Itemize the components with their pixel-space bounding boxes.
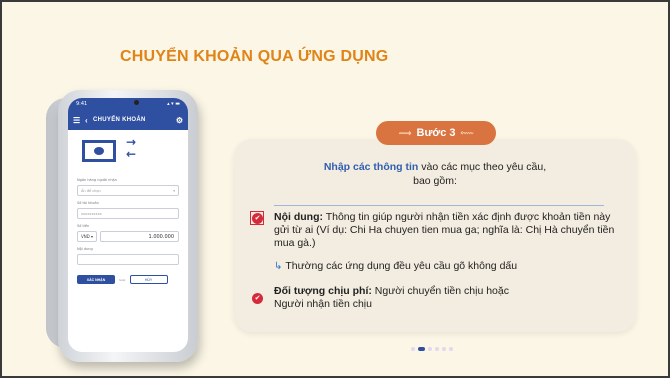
divider xyxy=(274,205,604,206)
content-item-title: Nội dung: xyxy=(274,211,323,223)
checkmark-bullet-icon: ✔ xyxy=(252,293,263,304)
slide-title: CHUYỂN KHOẢN QUA ỨNG DỤNG xyxy=(120,48,389,65)
content-item: ✔ Nội dung: Thông tin giúp người nhận ti… xyxy=(250,211,624,250)
chevron-down-icon: ▾ xyxy=(173,188,175,193)
transfer-illustration: → ← xyxy=(68,130,188,178)
decoration-swirl-right: ⬳ xyxy=(460,127,474,138)
cancel-button[interactable]: HỦY xyxy=(129,275,168,284)
field-label-content: Nội dung xyxy=(77,247,93,251)
decoration-swirl-left: ⟿ xyxy=(398,127,412,138)
fee-item-title: Đối tượng chịu phí: xyxy=(274,285,372,297)
fee-item-text: Người chuyển tiền chịu hoặc xyxy=(371,285,509,297)
amount-input[interactable]: 1.000.000 xyxy=(100,231,179,242)
camera-icon xyxy=(134,100,139,105)
pagination-dot[interactable] xyxy=(411,347,415,351)
transfer-arrows-icon: → ← xyxy=(126,135,137,161)
field-label-bank: Ngân hàng người nhận xyxy=(77,178,117,182)
pagination-dots xyxy=(411,347,453,351)
pagination-dot[interactable] xyxy=(428,347,432,351)
bank-select[interactable]: Ấn để chọn ▾ xyxy=(77,185,179,196)
currency-select[interactable]: VND ▾ xyxy=(77,231,97,242)
phone-mockup: 9:41 ▴ ▾ ▬ ☰ ‹ CHUYỂN KHOẢN ⚙ → ← Ngân hà… xyxy=(58,90,198,362)
no-accent-note: ↳ Thường các ứng dụng đều yêu cầu gõ khôn… xyxy=(274,260,517,272)
step-label: Bước 3 xyxy=(416,127,456,139)
content-item-text: Thông tin giúp người nhận tiền xác định … xyxy=(274,211,615,249)
slide: CHUYỂN KHOẢN QUA ỨNG DỤNG 9:41 ▴ ▾ ▬ ☰ ‹… xyxy=(0,0,670,378)
bank-select-value: Ấn để chọn xyxy=(81,188,101,193)
phone-button-row: XÁC NHẬN hoặc HỦY xyxy=(77,275,179,284)
confirm-button[interactable]: XÁC NHẬN xyxy=(77,275,115,284)
chevron-left-icon[interactable]: ‹ xyxy=(85,116,93,125)
field-label-amount: Số tiền xyxy=(77,224,90,228)
status-icons: ▴ ▾ ▬ xyxy=(167,101,180,107)
pagination-dot[interactable] xyxy=(442,347,446,351)
pagination-dot[interactable] xyxy=(435,347,439,351)
account-number-input[interactable]: xxxxxxxxxx xyxy=(77,208,179,219)
phone-screen: 9:41 ▴ ▾ ▬ ☰ ‹ CHUYỂN KHOẢN ⚙ → ← Ngân hà… xyxy=(68,98,188,352)
content-input[interactable] xyxy=(77,254,179,265)
or-text: hoặc xyxy=(119,277,126,282)
intro-highlight: Nhập các thông tin xyxy=(323,161,419,173)
curved-arrow-icon: ↳ xyxy=(274,261,283,272)
status-time: 9:41 xyxy=(76,101,88,107)
field-label-account: Số tài khoản xyxy=(77,201,99,205)
gear-icon[interactable]: ⚙ xyxy=(176,116,183,125)
app-bar: ☰ ‹ CHUYỂN KHOẢN ⚙ xyxy=(68,110,188,130)
note-text: Thường các ứng dụng đều yêu cầu gõ không… xyxy=(285,260,518,272)
hamburger-icon[interactable]: ☰ xyxy=(73,116,85,125)
fee-item-line2: Người nhận tiền chịu xyxy=(274,298,372,310)
app-title: CHUYỂN KHOẢN xyxy=(93,117,146,123)
pagination-dot[interactable] xyxy=(449,347,453,351)
banknote-icon xyxy=(82,140,116,162)
step-card: ⟿ Bước 3 ⬳ Nhập các thông tin vào các mụ… xyxy=(234,121,636,332)
amount-row: VND ▾ 1.000.000 xyxy=(77,231,179,242)
step-badge: ⟿ Bước 3 ⬳ xyxy=(376,121,496,145)
checkmark-bullet-icon: ✔ xyxy=(250,211,264,225)
step-intro: Nhập các thông tin vào các mục theo yêu … xyxy=(234,160,636,188)
intro-line2: bao gồm: xyxy=(413,175,457,187)
status-bar: 9:41 ▴ ▾ ▬ xyxy=(68,98,188,110)
intro-rest: vào các mục theo yêu cầu, xyxy=(418,161,547,173)
fee-item: ✔ Đối tượng chịu phí: Người chuyển tiền … xyxy=(252,285,624,311)
pagination-dot-active[interactable] xyxy=(418,347,425,351)
account-number-value: xxxxxxxxxx xyxy=(81,211,102,216)
